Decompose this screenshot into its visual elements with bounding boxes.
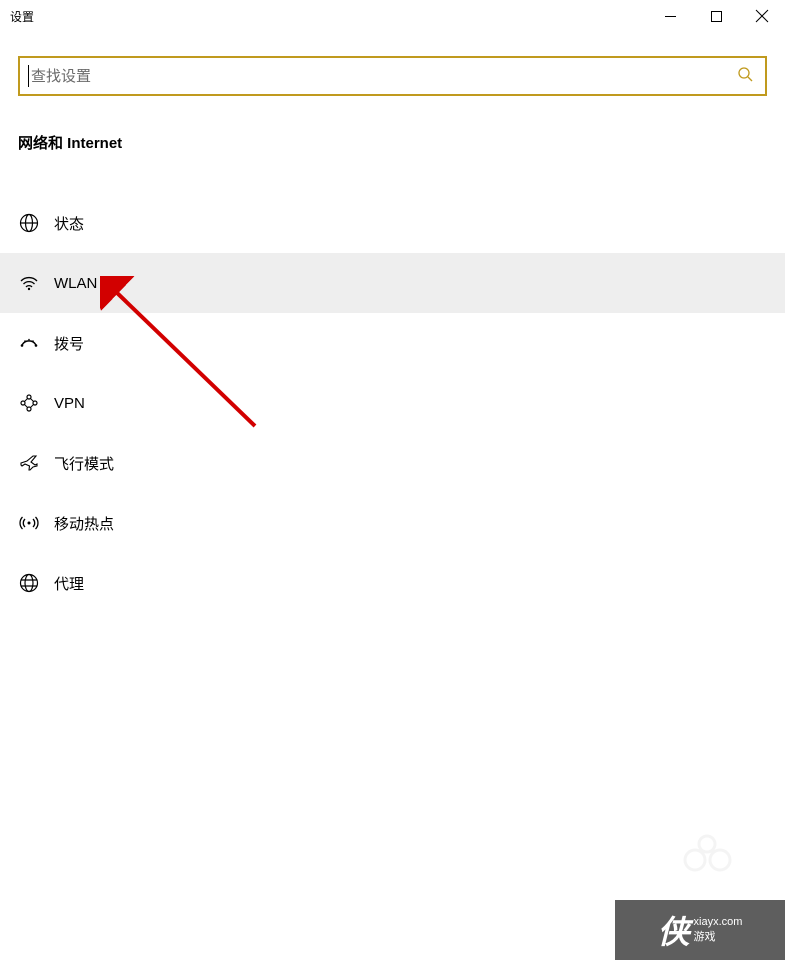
hotspot-icon [18, 512, 40, 534]
nav-item-vpn[interactable]: VPN [0, 373, 785, 433]
nav-item-status[interactable]: 状态 [0, 193, 785, 253]
nav-item-wlan[interactable]: WLAN [0, 253, 785, 313]
nav-item-proxy[interactable]: 代理 [0, 553, 785, 613]
watermark-label: 游戏 [694, 930, 743, 945]
airplane-icon [18, 452, 40, 474]
nav-item-label: 拨号 [54, 333, 84, 354]
watermark-url: xiayx.com [694, 915, 743, 930]
minimize-button[interactable] [647, 0, 693, 32]
search-icon [737, 66, 757, 87]
nav-item-label: 状态 [54, 213, 84, 234]
text-cursor [28, 65, 29, 87]
nav-item-hotspot[interactable]: 移动热点 [0, 493, 785, 553]
globe-icon [18, 212, 40, 234]
nav-item-label: 移动热点 [54, 513, 114, 534]
search-box[interactable] [18, 56, 767, 96]
nav-item-label: 代理 [54, 573, 84, 594]
close-icon [756, 10, 768, 22]
section-title: 网络和 Internet [0, 96, 785, 153]
nav-item-label: WLAN [54, 275, 97, 292]
proxy-icon [18, 572, 40, 594]
nav-list: 状态 WLAN 拨号 VPN 飞行模式 移动热点 代理 [0, 153, 785, 613]
window-controls [647, 0, 785, 32]
window-title: 设置 [10, 8, 34, 25]
vpn-icon [18, 392, 40, 414]
titlebar: 设置 [0, 0, 785, 32]
background-watermark [665, 830, 765, 900]
nav-item-dial[interactable]: 拨号 [0, 313, 785, 373]
dial-icon [18, 332, 40, 354]
nav-item-label: 飞行模式 [54, 453, 114, 474]
search-wrap [0, 32, 785, 96]
maximize-icon [711, 11, 722, 22]
nav-item-label: VPN [54, 395, 85, 412]
close-button[interactable] [739, 0, 785, 32]
watermark-badge: 侠 xiayx.com 游戏 [615, 900, 785, 960]
search-input[interactable] [31, 58, 737, 94]
wifi-icon [18, 272, 40, 294]
minimize-icon [665, 11, 676, 22]
watermark-logo: 侠 [658, 907, 688, 953]
maximize-button[interactable] [693, 0, 739, 32]
nav-item-airplane[interactable]: 飞行模式 [0, 433, 785, 493]
